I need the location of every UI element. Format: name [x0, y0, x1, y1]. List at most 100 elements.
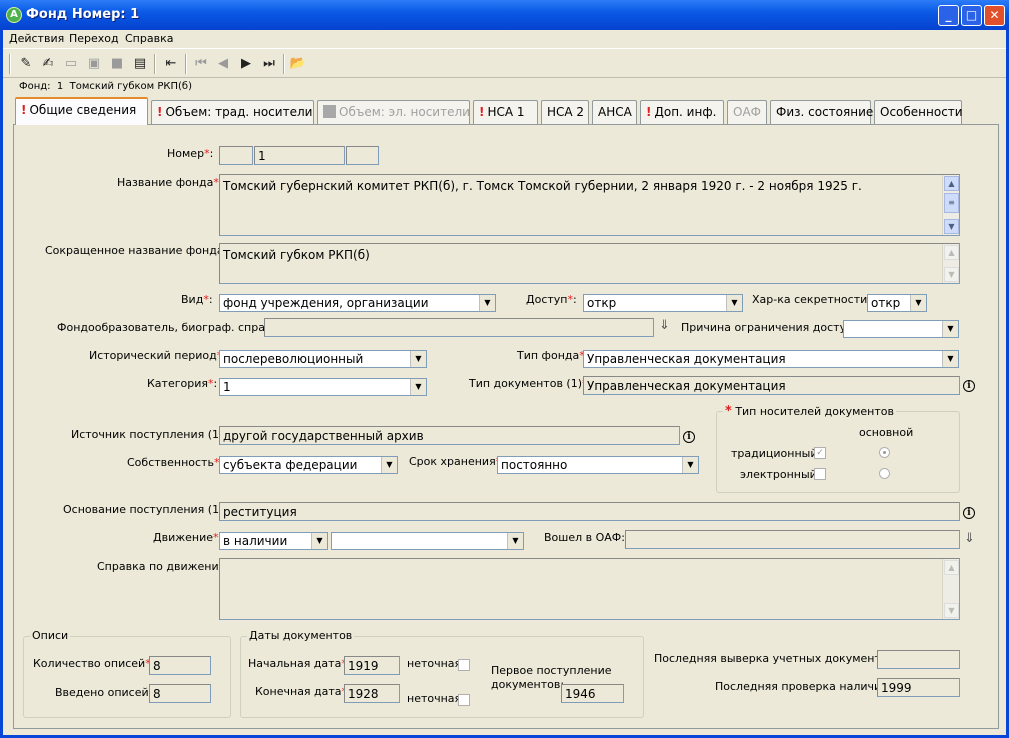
scroll-thumb[interactable]: ≡	[944, 193, 959, 213]
number-prefix-field[interactable]	[219, 146, 253, 165]
basis-label: Основание поступления (1)*:	[63, 503, 233, 516]
tab-nsa2[interactable]: НСА 2	[541, 100, 589, 124]
menu-help[interactable]: Справка	[125, 32, 173, 45]
end-inexact-checkbox[interactable]	[458, 694, 470, 706]
access-select[interactable]: откр ▼	[583, 294, 743, 312]
toolbar-separator	[154, 54, 156, 74]
first-arrival-label-line1: Первое поступление	[491, 664, 612, 677]
entered-inventories-field[interactable]: 8	[149, 684, 211, 703]
tab-volume-electronic[interactable]: Объем: эл. носители	[317, 100, 470, 124]
inventory-count-field[interactable]: 8	[149, 656, 211, 675]
storage-term-label: Срок хранения*:	[409, 455, 505, 468]
doc-type-field[interactable]: Управленческая документация	[583, 376, 960, 395]
category-select[interactable]: 1 ▼	[219, 378, 427, 396]
prev-record-icon[interactable]: ◀	[212, 53, 234, 75]
last-reconcile-label: Последняя выверка учетных документов:	[654, 652, 898, 665]
menu-navigate[interactable]: Переход	[69, 32, 119, 45]
tab-physical-state[interactable]: Физ. состояние	[770, 100, 873, 124]
electronic-checkbox[interactable]	[814, 468, 826, 480]
carrier-type-title: * Тип носителей документов	[723, 404, 896, 419]
fund-type-select[interactable]: Управленческая документация ▼	[583, 350, 959, 368]
tab-volume-traditional[interactable]: ! Объем: трад. носители	[151, 100, 314, 124]
last-reconcile-field[interactable]	[877, 650, 960, 669]
menu-actions[interactable]: Действия	[9, 32, 64, 45]
title-bar[interactable]: A Фонд Номер: 1 _ □ ✕	[0, 0, 1009, 30]
new-record-icon[interactable]: ✎	[15, 53, 37, 75]
breadcrumb-label: Фонд:	[19, 81, 51, 92]
type-select[interactable]: фонд учреждения, организации ▼	[219, 294, 496, 312]
minimize-button[interactable]: _	[938, 5, 959, 26]
first-arrival-field[interactable]: 1946	[561, 684, 624, 703]
start-inexact-checkbox[interactable]	[458, 659, 470, 671]
traditional-primary-radio[interactable]	[879, 447, 890, 458]
source-label: Источник поступления (1)*:	[71, 428, 233, 441]
document-dates-group: Даты документов	[240, 629, 644, 718]
scroll-up-icon[interactable]: ▲	[944, 176, 959, 191]
tab-nsa1[interactable]: ! НСА 1	[473, 100, 538, 124]
scroll-down-icon[interactable]: ▼	[944, 219, 959, 234]
close-button[interactable]: ✕	[984, 5, 1005, 26]
movement-note-textarea[interactable]: ▲ ▼	[219, 558, 960, 620]
short-name-text: Томский губком РКП(б)	[223, 248, 370, 262]
scroll-down-icon[interactable]: ▼	[944, 603, 959, 618]
save-icon[interactable]: ▭	[60, 53, 82, 75]
electronic-primary-radio[interactable]	[879, 468, 890, 479]
scrollbar[interactable]: ▲ ▼	[942, 244, 959, 283]
short-name-textarea[interactable]: Томский губком РКП(б) ▲ ▼	[219, 243, 960, 284]
tab-oaf[interactable]: ОАФ	[727, 100, 767, 124]
card-icon[interactable]: ▤	[129, 53, 151, 75]
delete-icon[interactable]: ■	[106, 53, 128, 75]
copy-icon[interactable]: ▣	[83, 53, 105, 75]
info-icon[interactable]: i	[963, 507, 975, 519]
source-field[interactable]: другой государственный архив	[219, 426, 680, 445]
fund-name-textarea[interactable]: Томский губернский комитет РКП(б), г. То…	[219, 174, 960, 236]
window-title: Фонд Номер: 1	[26, 7, 140, 22]
first-record-icon[interactable]: ⏮	[190, 53, 212, 75]
chevron-down-icon: ▼	[942, 321, 958, 337]
last-check-field[interactable]: 1999	[877, 678, 960, 697]
document-dates-title: Даты документов	[247, 629, 355, 642]
tab-general[interactable]: ! Общие сведения	[15, 97, 148, 125]
basis-field[interactable]: реституция	[219, 502, 960, 521]
scroll-down-icon[interactable]: ▼	[944, 267, 959, 282]
download-icon[interactable]: ⇓	[964, 531, 975, 546]
fund-creator-label: Фондообразователь, биограф. справка:	[57, 321, 289, 334]
tab-features[interactable]: Особенности	[874, 100, 963, 124]
movement-select[interactable]: в наличии ▼	[219, 532, 328, 550]
maximize-button[interactable]: □	[961, 5, 982, 26]
tab-ansa[interactable]: АНСА	[592, 100, 637, 124]
number-suffix-field[interactable]	[346, 146, 379, 165]
disabled-icon	[323, 105, 336, 118]
download-icon[interactable]: ⇓	[659, 318, 670, 333]
scrollbar[interactable]: ▲ ≡ ▼	[942, 175, 959, 235]
next-record-icon[interactable]: ▶	[235, 53, 257, 75]
oaf-field[interactable]	[625, 530, 960, 549]
restriction-reason-select[interactable]: ▼	[843, 320, 959, 338]
scroll-up-icon[interactable]: ▲	[944, 245, 959, 260]
movement-detail-select[interactable]: ▼	[331, 532, 524, 550]
open-folder-icon[interactable]: 📂	[287, 53, 309, 75]
scroll-up-icon[interactable]: ▲	[944, 560, 959, 575]
info-icon[interactable]: i	[683, 431, 695, 443]
number-field[interactable]: 1	[254, 146, 345, 165]
historical-period-select[interactable]: послереволюционный ▼	[219, 350, 427, 368]
breadcrumb: Фонд: 1 Томский губком РКП(б)	[19, 81, 192, 92]
fund-name-text: Томский губернский комитет РКП(б), г. То…	[223, 179, 862, 193]
info-icon[interactable]: i	[963, 380, 975, 392]
ownership-select[interactable]: субъекта федерации ▼	[219, 456, 398, 474]
start-date-field[interactable]: 1919	[344, 656, 400, 675]
secrecy-select[interactable]: откр ▼	[867, 294, 927, 312]
goto-icon[interactable]: ⇤	[160, 53, 182, 75]
short-name-label: Сокращенное название фонда*:	[45, 244, 233, 257]
edit-record-icon[interactable]: ✍	[37, 53, 59, 75]
tab-extra-info[interactable]: ! Доп. инф.	[640, 100, 724, 124]
storage-term-select[interactable]: постоянно ▼	[497, 456, 699, 474]
last-record-icon[interactable]: ⏭	[258, 53, 280, 75]
required-icon: !	[646, 105, 652, 119]
scrollbar[interactable]: ▲ ▼	[942, 559, 959, 619]
end-date-field[interactable]: 1928	[344, 684, 400, 703]
fund-creator-field[interactable]	[264, 318, 654, 337]
traditional-checkbox[interactable]: ✓	[814, 447, 826, 459]
chevron-down-icon: ▼	[311, 533, 327, 549]
doc-type-label: Тип документов (1)*:	[469, 377, 591, 390]
